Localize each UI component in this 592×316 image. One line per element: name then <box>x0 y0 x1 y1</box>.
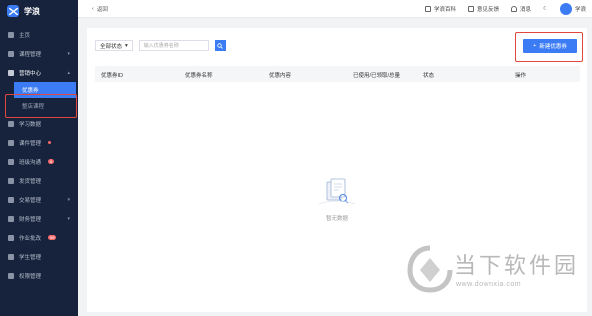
permission-icon <box>8 272 14 279</box>
sidebar-item-trade[interactable]: 交易管理 ▾ <box>0 190 78 209</box>
feedback-label: 意见反馈 <box>477 7 500 13</box>
column-usage: 已使用/已领取/总量 <box>353 73 401 79</box>
status-select[interactable]: 全部状态 ▾ <box>95 40 133 51</box>
column-coupon-name: 优惠券名称 <box>185 73 213 79</box>
chevron-left-icon: ‹ <box>92 5 94 12</box>
highlight-box <box>5 94 77 118</box>
finance-icon <box>8 215 14 222</box>
data-icon <box>8 120 14 127</box>
wiki-link[interactable]: 学浪百科 <box>425 5 456 13</box>
courseware-icon <box>8 139 14 146</box>
chat-icon <box>8 158 14 165</box>
filter-bar: 全部状态 ▾ 输入优惠券名称 <box>95 40 226 51</box>
sidebar-item-class-chat[interactable]: 班级沟通 6 <box>0 152 78 171</box>
watermark: 当下软件园 www.downxia.com <box>404 240 584 300</box>
column-actions: 操作 <box>515 73 527 79</box>
sidebar-item-course[interactable]: 课程管理 ▾ <box>0 44 78 63</box>
sidebar-item-finance[interactable]: 财务管理 ▾ <box>0 209 78 228</box>
course-icon <box>8 50 14 57</box>
column-coupon-id: 优惠券ID <box>101 73 124 79</box>
sidebar-item-home[interactable]: 主页 <box>0 25 78 44</box>
watermark-url: www.downxia.com <box>456 281 522 288</box>
homework-icon <box>8 234 14 241</box>
sidebar: 学浪 主页 课程管理 ▾ 营销中心 ▴ 优惠券 整店课程 学习数据 课件管理 班… <box>0 0 78 316</box>
notification-dot <box>48 141 52 144</box>
chevron-down-icon: ▾ <box>67 51 70 57</box>
watermark-logo-icon <box>407 245 453 293</box>
marketing-icon <box>8 69 14 76</box>
chevron-down-icon: ▾ <box>67 197 70 203</box>
sidebar-item-label: 课程管理 <box>19 51 42 58</box>
sidebar-item-student[interactable]: 学生管理 <box>0 247 78 266</box>
feedback-link[interactable]: 意见反馈 <box>468 5 499 13</box>
sidebar-item-delivery[interactable]: 发货管理 <box>0 171 78 190</box>
book-icon <box>425 6 431 12</box>
create-coupon-button[interactable]: + 新建优惠券 <box>523 39 577 53</box>
column-coupon-content: 优惠内容 <box>269 73 292 79</box>
user-menu[interactable]: 学浪 <box>559 3 586 15</box>
messages-label: 消息 <box>520 7 532 13</box>
empty-data-icon <box>315 178 359 210</box>
sidebar-item-label: 主页 <box>19 32 31 39</box>
theme-toggle[interactable]: ☾ <box>543 6 548 12</box>
watermark-title: 当下软件园 <box>454 254 580 279</box>
chevron-down-icon: ▾ <box>67 216 70 222</box>
search-input[interactable]: 输入优惠券名称 <box>138 40 209 51</box>
student-icon <box>8 253 14 260</box>
brand-name: 学浪 <box>24 6 40 16</box>
user-name: 学浪 <box>574 7 586 13</box>
chevron-down-icon: ▾ <box>125 42 128 49</box>
edit-icon <box>468 6 475 12</box>
avatar <box>559 3 572 15</box>
sidebar-item-label: 营销中心 <box>19 70 42 77</box>
messages-link[interactable]: 消息 <box>511 5 531 13</box>
sidebar-item-label: 权限管理 <box>19 273 42 280</box>
column-status: 状态 <box>423 73 435 79</box>
delivery-icon <box>8 177 14 184</box>
chevron-up-icon: ▴ <box>67 70 70 76</box>
create-coupon-label: 新建优惠券 <box>539 44 567 50</box>
sidebar-item-label: 学生管理 <box>19 254 42 261</box>
sidebar-item-label: 学习数据 <box>19 121 42 128</box>
count-badge: 99 <box>48 235 57 240</box>
sidebar-item-label: 财务管理 <box>19 216 42 223</box>
search-icon <box>217 42 224 49</box>
sidebar-item-label: 课件管理 <box>19 140 42 147</box>
empty-text: 暂无数据 <box>325 216 348 222</box>
count-badge: 6 <box>48 159 55 164</box>
table-header: 优惠券ID 优惠券名称 优惠内容 已使用/已领取/总量 状态 操作 <box>95 66 580 82</box>
bell-icon <box>511 6 518 12</box>
sidebar-item-label: 优惠券 <box>22 88 39 94</box>
brand[interactable]: 学浪 <box>0 0 78 22</box>
topbar: ‹ 返回 学浪百科 意见反馈 消息 ☾ 学浪 <box>78 0 592 18</box>
status-select-value: 全部状态 <box>100 43 123 50</box>
back-label: 返回 <box>96 6 108 13</box>
sidebar-item-label: 交易管理 <box>19 197 42 204</box>
brand-logo-icon <box>7 5 19 17</box>
moon-icon: ☾ <box>543 6 548 12</box>
sidebar-item-homework[interactable]: 作业批改 99 <box>0 228 78 247</box>
empty-state: 暂无数据 <box>87 178 587 222</box>
sidebar-item-marketing[interactable]: 营销中心 ▴ <box>0 63 78 82</box>
search-button[interactable] <box>214 40 226 51</box>
trade-icon <box>8 196 14 203</box>
sidebar-item-label: 作业批改 <box>19 235 42 242</box>
sidebar-item-label: 发货管理 <box>19 178 42 185</box>
search-placeholder: 输入优惠券名称 <box>143 43 179 49</box>
wiki-label: 学浪百科 <box>434 7 457 13</box>
plus-icon: + <box>533 43 537 49</box>
sidebar-item-courseware[interactable]: 课件管理 <box>0 133 78 152</box>
home-icon <box>8 31 14 38</box>
back-button[interactable]: ‹ 返回 <box>92 5 108 13</box>
topbar-actions: 学浪百科 意见反馈 消息 ☾ 学浪 <box>425 0 586 18</box>
sidebar-item-permission[interactable]: 权限管理 <box>0 266 78 285</box>
sidebar-item-label: 班级沟通 <box>19 159 42 166</box>
